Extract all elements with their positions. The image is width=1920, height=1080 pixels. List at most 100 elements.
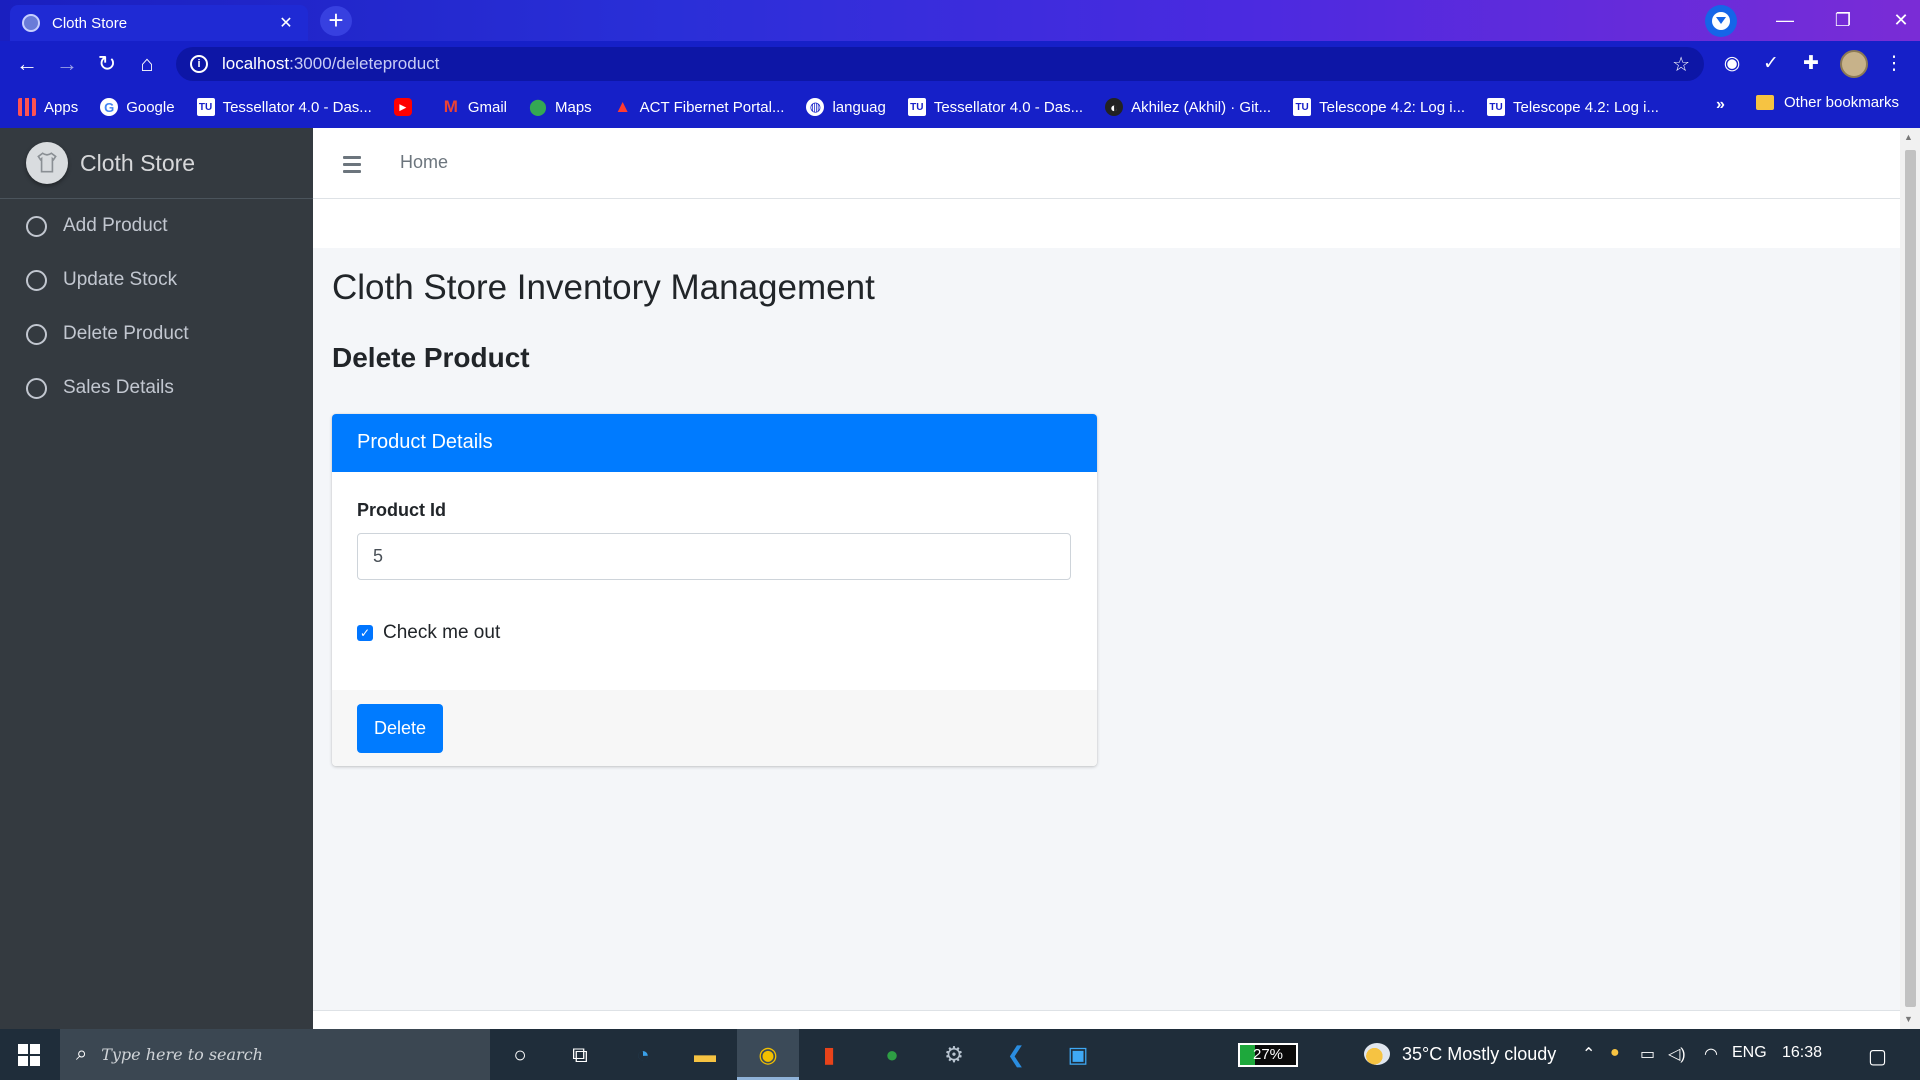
check-me-out-row: ✓ Check me out	[357, 622, 1072, 644]
bookmarks-bar: Apps G Google TU Tessellator 4.0 - Das... …	[0, 86, 1920, 128]
card-body: Product Id ✓ Check me out	[332, 472, 1097, 690]
cortana-icon[interactable]: ○	[504, 1039, 536, 1071]
sidebar-item-delete-product[interactable]: Delete Product	[0, 307, 313, 361]
tab-favicon-icon	[22, 14, 40, 32]
folder-icon	[1756, 95, 1774, 110]
reload-icon[interactable]: ↻	[92, 52, 122, 76]
scroll-down-icon[interactable]: ▼	[1904, 1014, 1913, 1024]
circle-icon	[26, 323, 47, 345]
maps-icon: ⬤	[529, 99, 547, 116]
brand-text: Cloth Store	[80, 149, 196, 176]
check-me-out-label[interactable]: Check me out	[383, 622, 500, 644]
back-icon[interactable]: ←	[12, 52, 42, 76]
google-icon: G	[100, 98, 119, 116]
bookmark-github[interactable]: ◐ Akhilez (Akhil) · Git...	[1105, 98, 1271, 116]
browser-menu-icon[interactable]: ⋮	[1880, 52, 1908, 75]
sidebar-item-update-stock[interactable]: Update Stock	[0, 253, 313, 307]
bookmark-tessellator-2[interactable]: TU Tessellator 4.0 - Das...	[907, 98, 1083, 116]
forward-icon[interactable]: →	[52, 52, 82, 76]
sidebar: Cloth Store Add Product Update Stock Del…	[0, 128, 313, 1029]
main-content: Cloth Store Inventory Management Delete …	[313, 248, 1900, 1010]
product-id-input[interactable]	[357, 533, 1071, 580]
new-tab-button[interactable]: +	[320, 6, 352, 36]
bookmark-google[interactable]: G Google	[100, 98, 175, 116]
tu-icon: TU	[1487, 98, 1506, 116]
bookmark-maps[interactable]: ⬤ Maps	[529, 98, 592, 117]
bookmark-telescope-2[interactable]: TU Telescope 4.2: Log i...	[1487, 98, 1659, 116]
tu-icon: TU	[1293, 98, 1312, 116]
act-icon: ▲	[614, 97, 632, 116]
more-bookmarks-button[interactable]: »	[1716, 96, 1725, 114]
bookmark-telescope[interactable]: TU Telescope 4.2: Log i...	[1293, 98, 1465, 116]
circle-icon	[26, 377, 47, 399]
browser-tab[interactable]: Cloth Store ✕	[10, 5, 308, 41]
weather-widget[interactable]: 35°C Mostly cloudy	[1364, 1043, 1556, 1065]
file-explorer-icon[interactable]: ▬	[689, 1039, 721, 1071]
language-indicator[interactable]: ENG	[1732, 1044, 1767, 1062]
settings-gear-icon[interactable]: ⚙	[938, 1039, 970, 1071]
browser-tabbar: Cloth Store ✕ + — ❐ ✕	[0, 0, 1920, 41]
edge-icon[interactable]: ◔	[627, 1039, 659, 1071]
other-bookmarks[interactable]: Other bookmarks	[1756, 94, 1899, 111]
brand-link[interactable]: Cloth Store	[0, 128, 313, 199]
apps-grid-icon	[18, 98, 36, 116]
home-icon[interactable]: ⌂	[132, 52, 162, 76]
page-title: Cloth Store Inventory Management	[332, 268, 875, 307]
profile-avatar[interactable]	[1840, 50, 1868, 78]
minimize-icon[interactable]: —	[1756, 10, 1814, 31]
section-title: Delete Product	[332, 342, 530, 373]
product-details-card: Product Details Product Id ✓ Check me ou…	[332, 414, 1097, 766]
page-footer	[313, 1010, 1900, 1029]
taskbar-search-placeholder: Type here to search	[101, 1045, 263, 1064]
check-me-out-checkbox[interactable]: ✓	[357, 625, 373, 641]
hamburger-menu-icon[interactable]	[343, 156, 361, 177]
home-link[interactable]: Home	[400, 152, 448, 173]
bookmark-gmail[interactable]: M Gmail	[442, 97, 507, 116]
notifications-icon[interactable]: ▢	[1868, 1044, 1887, 1069]
task-view-icon[interactable]: ⧉	[564, 1039, 596, 1071]
clock[interactable]: 16:38	[1782, 1044, 1822, 1062]
profile-download-icon[interactable]	[1705, 5, 1737, 37]
globe-icon: ◍	[806, 98, 825, 116]
photos-icon[interactable]: ▣	[1062, 1039, 1094, 1071]
bookmark-languag[interactable]: ◍ languag	[806, 98, 886, 116]
sidebar-item-add-product[interactable]: Add Product	[0, 199, 313, 253]
volume-icon[interactable]: ◁)	[1668, 1044, 1686, 1064]
bookmark-youtube[interactable]: ▶	[393, 98, 420, 116]
scroll-thumb[interactable]	[1905, 150, 1916, 1007]
card-header: Product Details	[332, 414, 1097, 472]
bookmark-act[interactable]: ▲ ACT Fibernet Portal...	[614, 97, 784, 116]
battery-indicator: 27%	[1238, 1043, 1298, 1067]
bookmark-tessellator[interactable]: TU Tessellator 4.0 - Das...	[196, 98, 372, 116]
bookmark-apps[interactable]: Apps	[18, 98, 78, 116]
window-close-icon[interactable]: ✕	[1872, 10, 1920, 31]
mongodb-icon[interactable]: ●	[876, 1039, 908, 1071]
chrome-icon[interactable]: ◉	[752, 1039, 784, 1071]
wifi-icon[interactable]: ◠	[1704, 1044, 1718, 1064]
restore-icon[interactable]: ❐	[1814, 10, 1872, 31]
tray-app-icon[interactable]: ●	[1610, 1044, 1620, 1062]
delete-button[interactable]: Delete	[357, 704, 443, 753]
github-icon: ◐	[1105, 98, 1124, 116]
tab-close-icon[interactable]: ✕	[276, 13, 296, 33]
extensions-puzzle-icon[interactable]: ✚	[1797, 52, 1825, 75]
content-header-band	[313, 199, 1900, 248]
search-icon: ⌕	[76, 1043, 88, 1065]
youtube-icon: ▶	[393, 98, 412, 116]
vscode-icon[interactable]: ❮	[1000, 1039, 1032, 1071]
sidebar-item-sales-details[interactable]: Sales Details	[0, 361, 313, 415]
battery-tray-icon[interactable]: ▭	[1640, 1044, 1655, 1064]
check-extension-icon[interactable]: ✓	[1757, 52, 1785, 75]
address-bar[interactable]: i localhost:3000/deleteproduct ☆	[176, 47, 1704, 81]
taskbar-search[interactable]: ⌕ Type here to search	[60, 1029, 490, 1080]
product-id-label: Product Id	[357, 500, 446, 520]
page-scrollbar[interactable]: ▲ ▼	[1900, 128, 1920, 1029]
office-icon[interactable]: ▮	[813, 1039, 845, 1071]
show-hidden-icons-icon[interactable]: ⌃	[1582, 1044, 1595, 1064]
camera-extension-icon[interactable]: ◉	[1718, 52, 1746, 75]
scroll-up-icon[interactable]: ▲	[1904, 132, 1913, 142]
site-info-icon[interactable]: i	[190, 55, 208, 73]
top-navbar: Home	[313, 128, 1900, 199]
bookmark-star-icon[interactable]: ☆	[1672, 52, 1690, 77]
windows-start-icon[interactable]	[18, 1044, 40, 1066]
